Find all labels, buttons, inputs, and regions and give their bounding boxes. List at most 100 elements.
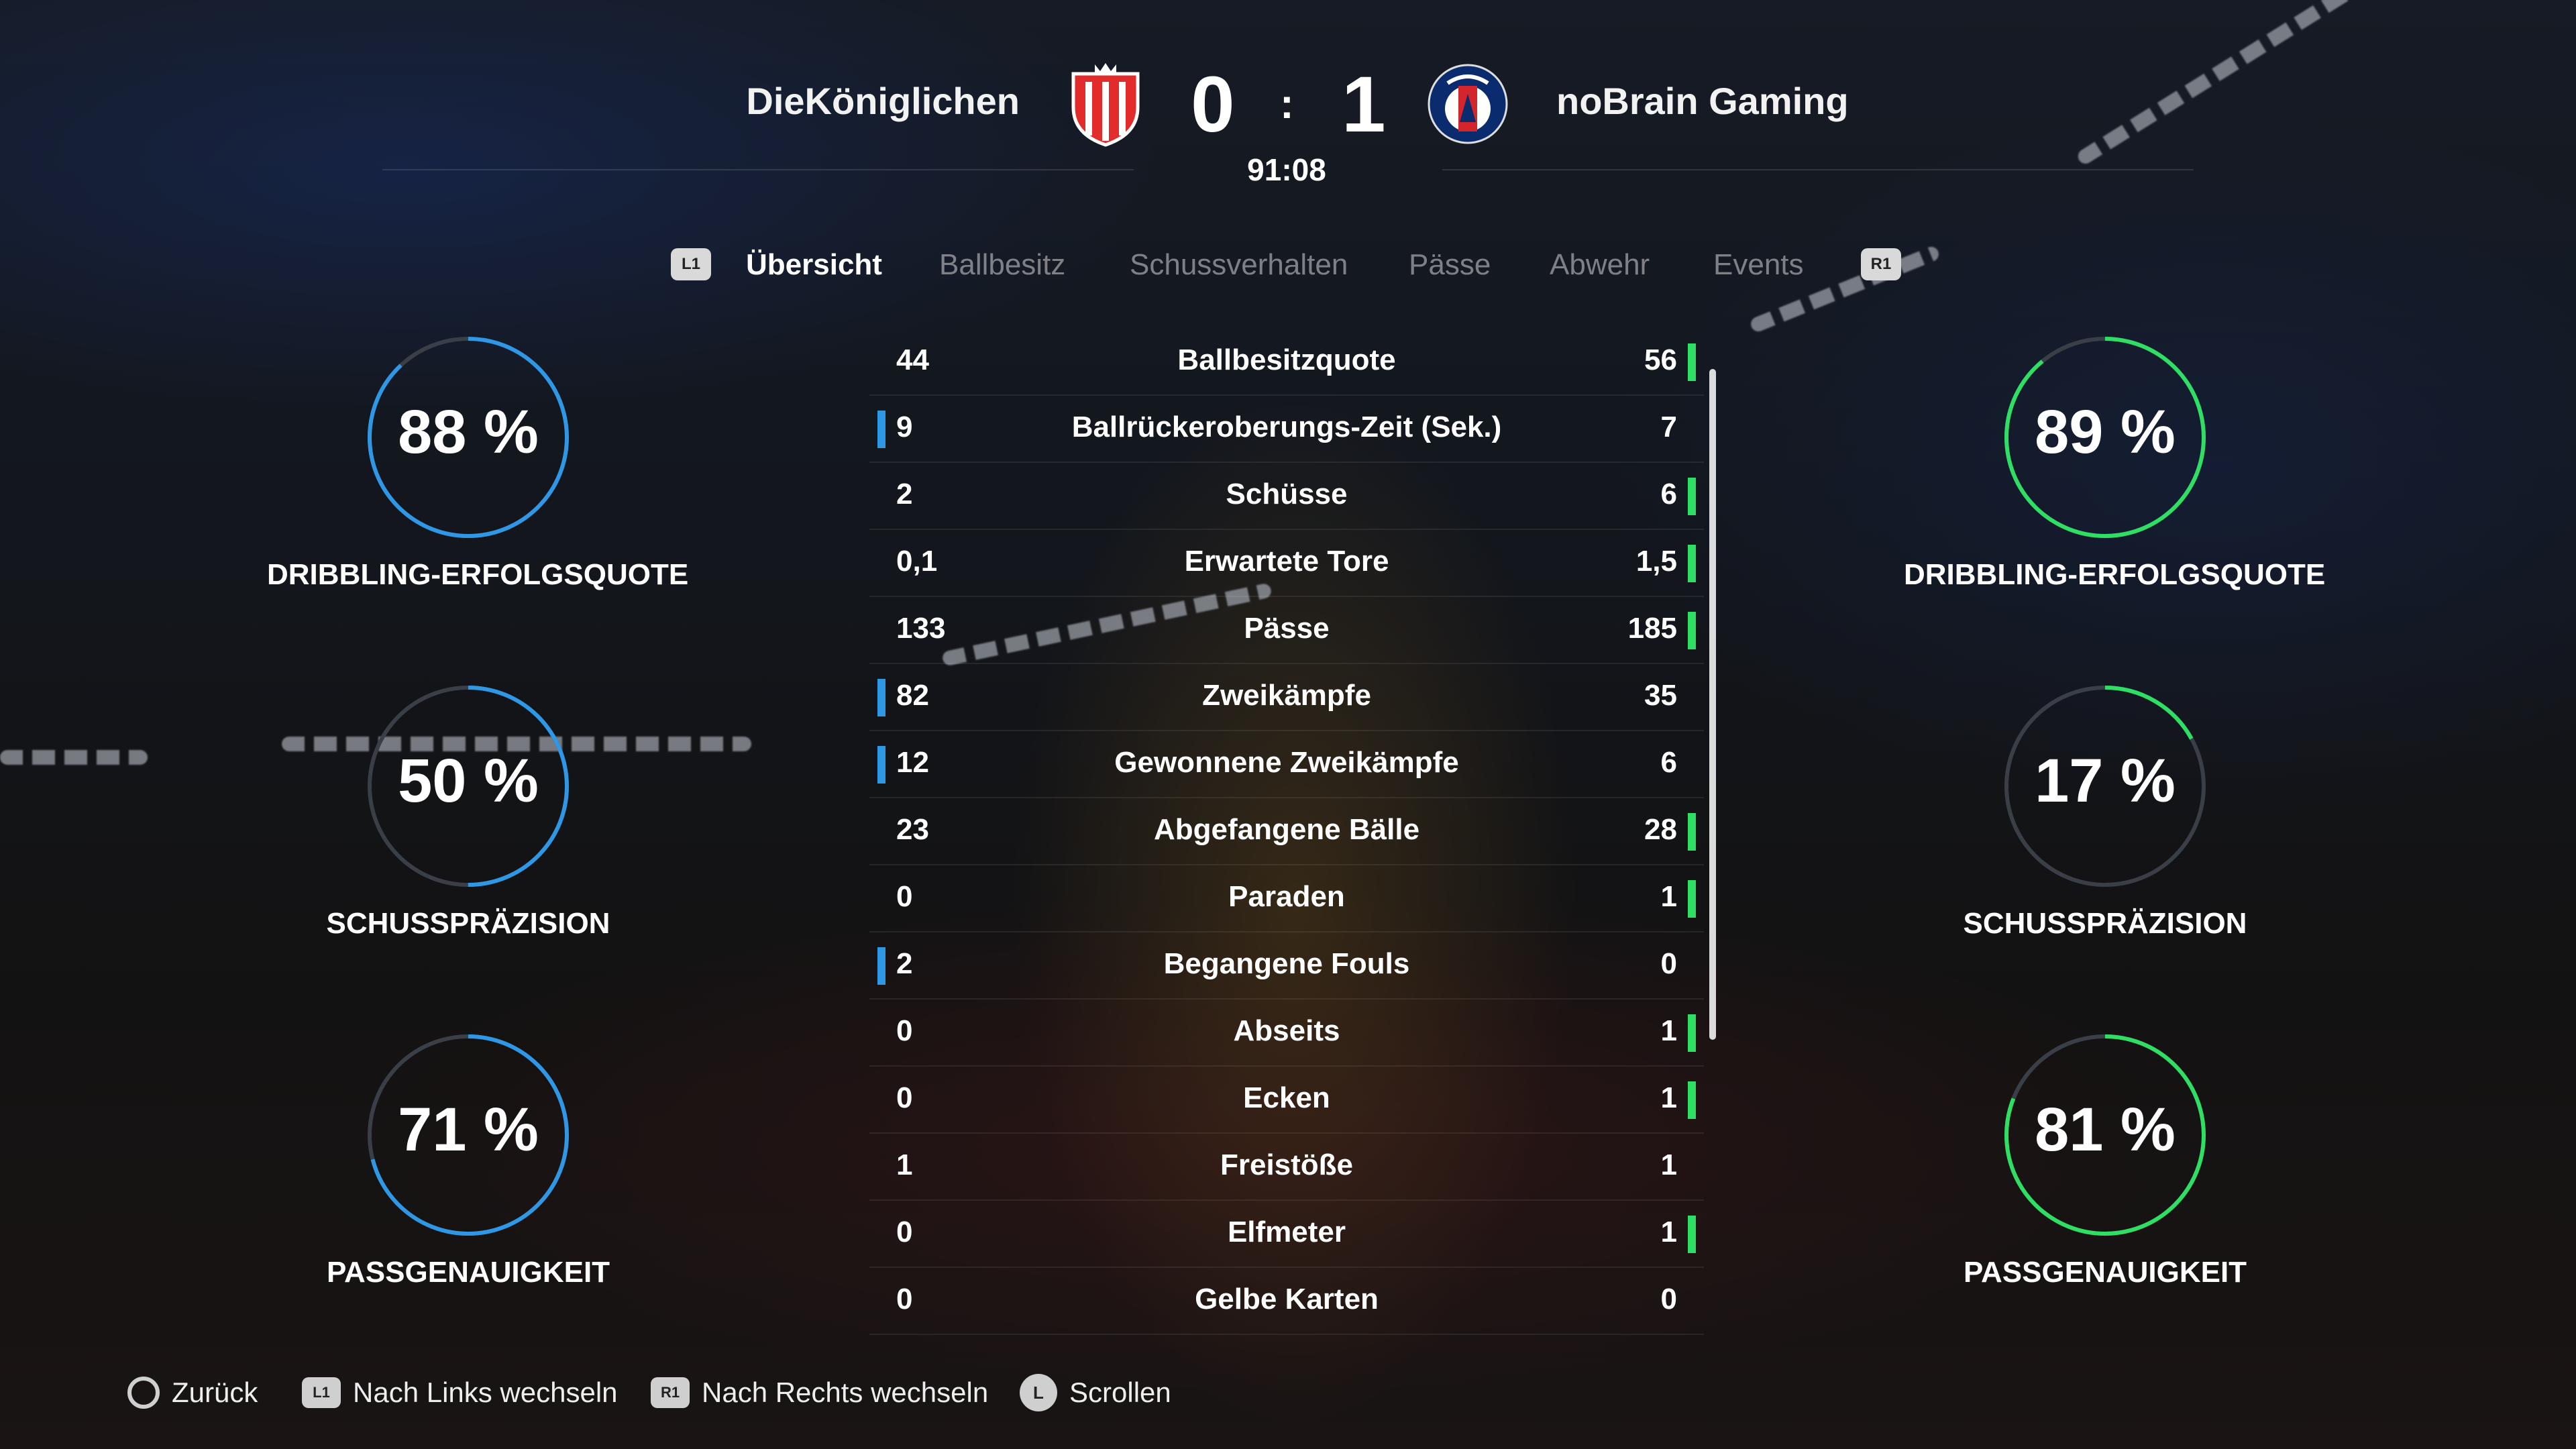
button-hint-bar: Zurück L1 Nach Links wechseln R1 Nach Re… [127,1366,1268,1419]
stat-label: Begangene Fouls [1163,947,1410,980]
header-divider [382,169,1134,170]
stat-row: 12 Gewonnene Zweikämpfe 6 [869,731,1704,798]
back-hint[interactable]: Zurück [127,1366,258,1419]
away-leader-bar [1688,1081,1696,1119]
stat-label: Gewonnene Zweikämpfe [1114,746,1459,779]
away-stat-value: 0 [1660,947,1677,980]
l1-button-icon: L1 [302,1377,341,1408]
away-leader-bar [1688,1216,1696,1253]
stat-row: 82 Zweikämpfe 35 [869,664,1704,731]
away-leader-bar [1688,478,1696,515]
away-stat-value: 6 [1660,478,1677,511]
away-shot-accuracy-gauge: 17 % SCHUSSPRÄZISION [1904,686,2306,981]
away-leader-bar [1688,545,1696,582]
away-stat-value: 1 [1660,880,1677,913]
scroll-hint[interactable]: L Scrollen [1020,1366,1171,1419]
stat-row: 0 Paraden 1 [869,865,1704,932]
away-team-crest-icon [1428,60,1508,148]
away-stat-value: 6 [1660,746,1677,779]
home-team-crest-icon [1065,60,1146,148]
stats-scrollbar[interactable] [1709,369,1716,1040]
stat-row: 9 Ballrückeroberungs-Zeit (Sek.) 7 [869,396,1704,463]
switch-left-label: Nach Links wechseln [353,1377,618,1408]
away-stat-value: 35 [1644,679,1677,712]
stat-row: 0 Abseits 1 [869,1000,1704,1067]
away-stat-value: 1 [1660,1148,1677,1181]
away-stat-value: 1 [1660,1216,1677,1248]
stats-tab-bar: L1 Übersicht Ballbesitz Schussverhalten … [671,243,1919,290]
gauge-label: SCHUSSPRÄZISION [326,907,610,940]
score-separator: : [1280,81,1294,127]
stat-label: Abseits [1233,1014,1340,1047]
away-stat-value: 28 [1644,813,1677,846]
stat-row: 0 Elfmeter 1 [869,1201,1704,1268]
stat-row: 2 Schüsse 6 [869,463,1704,530]
home-shot-accuracy-gauge: 50 % SCHUSSPRÄZISION [267,686,669,981]
tab-schussverhalten[interactable]: Schussverhalten [1130,248,1348,282]
tab-abwehr[interactable]: Abwehr [1550,248,1650,282]
stat-label: Abgefangene Bälle [1153,813,1420,846]
gauge-percentage: 81 % [2035,1095,2176,1164]
back-hint-label: Zurück [172,1377,258,1408]
away-stat-value: 1 [1660,1014,1677,1047]
stat-label: Pässe [1244,612,1330,645]
stat-label: Gelbe Karten [1195,1283,1379,1316]
stat-row: 44 Ballbesitzquote 56 [869,329,1704,396]
stat-row: 0 Gelbe Karten 0 [869,1268,1704,1335]
away-pass-accuracy-gauge: 81 % PASSGENAUIGKEIT [1904,1034,2306,1330]
stat-row: 1 Freistöße 1 [869,1134,1704,1201]
gauge-percentage: 88 % [398,398,539,466]
tab-events[interactable]: Events [1713,248,1804,282]
tab-uebersicht[interactable]: Übersicht [746,248,882,282]
away-leader-bar [1688,612,1696,649]
away-leader-bar [1688,813,1696,851]
scroll-label: Scrollen [1069,1377,1171,1408]
stat-label: Freistöße [1220,1148,1354,1181]
match-stats-table[interactable]: 44 Ballbesitzquote 56 9 Ballrückeroberungs-Z… [869,329,1704,1335]
gauge-percentage: 89 % [2035,398,2176,466]
circle-button-icon [127,1377,160,1409]
away-leader-bar [1688,1014,1696,1052]
tab-ballbesitz[interactable]: Ballbesitz [939,248,1065,282]
stat-label: Zweikämpfe [1202,679,1371,712]
stat-row: 0 Ecken 1 [869,1067,1704,1134]
tab-paesse[interactable]: Pässe [1409,248,1491,282]
away-stat-value: 56 [1644,343,1677,376]
stat-label: Erwartete Tore [1184,545,1389,578]
switch-left-hint[interactable]: L1 Nach Links wechseln [302,1366,618,1419]
stat-label: Elfmeter [1227,1216,1346,1248]
gauge-label: DRIBBLING-ERFOLGSQUOTE [1904,558,2326,591]
away-leader-bar [1688,880,1696,918]
away-stat-value: 1,5 [1635,545,1677,578]
stat-label: Ballrückeroberungs-Zeit (Sek.) [1071,411,1502,443]
scoreboard-header: DieKöniglichen 0 : 1 noBrain Gaming 91:0… [0,0,2576,195]
stat-row: 0,1 Erwartete Tore 1,5 [869,530,1704,597]
stat-label: Schüsse [1226,478,1348,511]
away-team-name: noBrain Gaming [1556,80,1849,122]
stat-row: 133 Pässe 185 [869,597,1704,664]
r1-button-icon: R1 [651,1377,690,1408]
gauge-percentage: 17 % [2035,747,2176,815]
home-dribbling-gauge: 88 % DRIBBLING-ERFOLGSQUOTE [267,337,689,632]
away-stat-value: 0 [1660,1283,1677,1316]
left-stick-icon: L [1020,1374,1057,1411]
switch-right-hint[interactable]: R1 Nach Rechts wechseln [651,1366,988,1419]
stat-label: Ecken [1243,1081,1330,1114]
away-dribbling-gauge: 89 % DRIBBLING-ERFOLGSQUOTE [1904,337,2326,632]
home-score: 0 [1191,60,1235,149]
stat-row: 23 Abgefangene Bälle 28 [869,798,1704,865]
gauge-label: PASSGENAUIGKEIT [326,1256,610,1289]
l1-button-icon[interactable]: L1 [671,248,711,280]
stat-row: 2 Begangene Fouls 0 [869,932,1704,1000]
home-team-name: DieKöniglichen [746,80,1020,122]
gauge-label: PASSGENAUIGKEIT [1963,1256,2247,1289]
r1-button-icon[interactable]: R1 [1861,248,1901,280]
away-leader-bar [1688,343,1696,381]
gauge-label: SCHUSSPRÄZISION [1963,907,2247,940]
gauge-label: DRIBBLING-ERFOLGSQUOTE [267,558,689,591]
home-pass-accuracy-gauge: 71 % PASSGENAUIGKEIT [267,1034,669,1330]
switch-right-label: Nach Rechts wechseln [702,1377,989,1408]
gauge-percentage: 50 % [398,747,539,815]
header-divider [1442,169,2194,170]
match-clock: 91:08 [1247,152,1326,187]
